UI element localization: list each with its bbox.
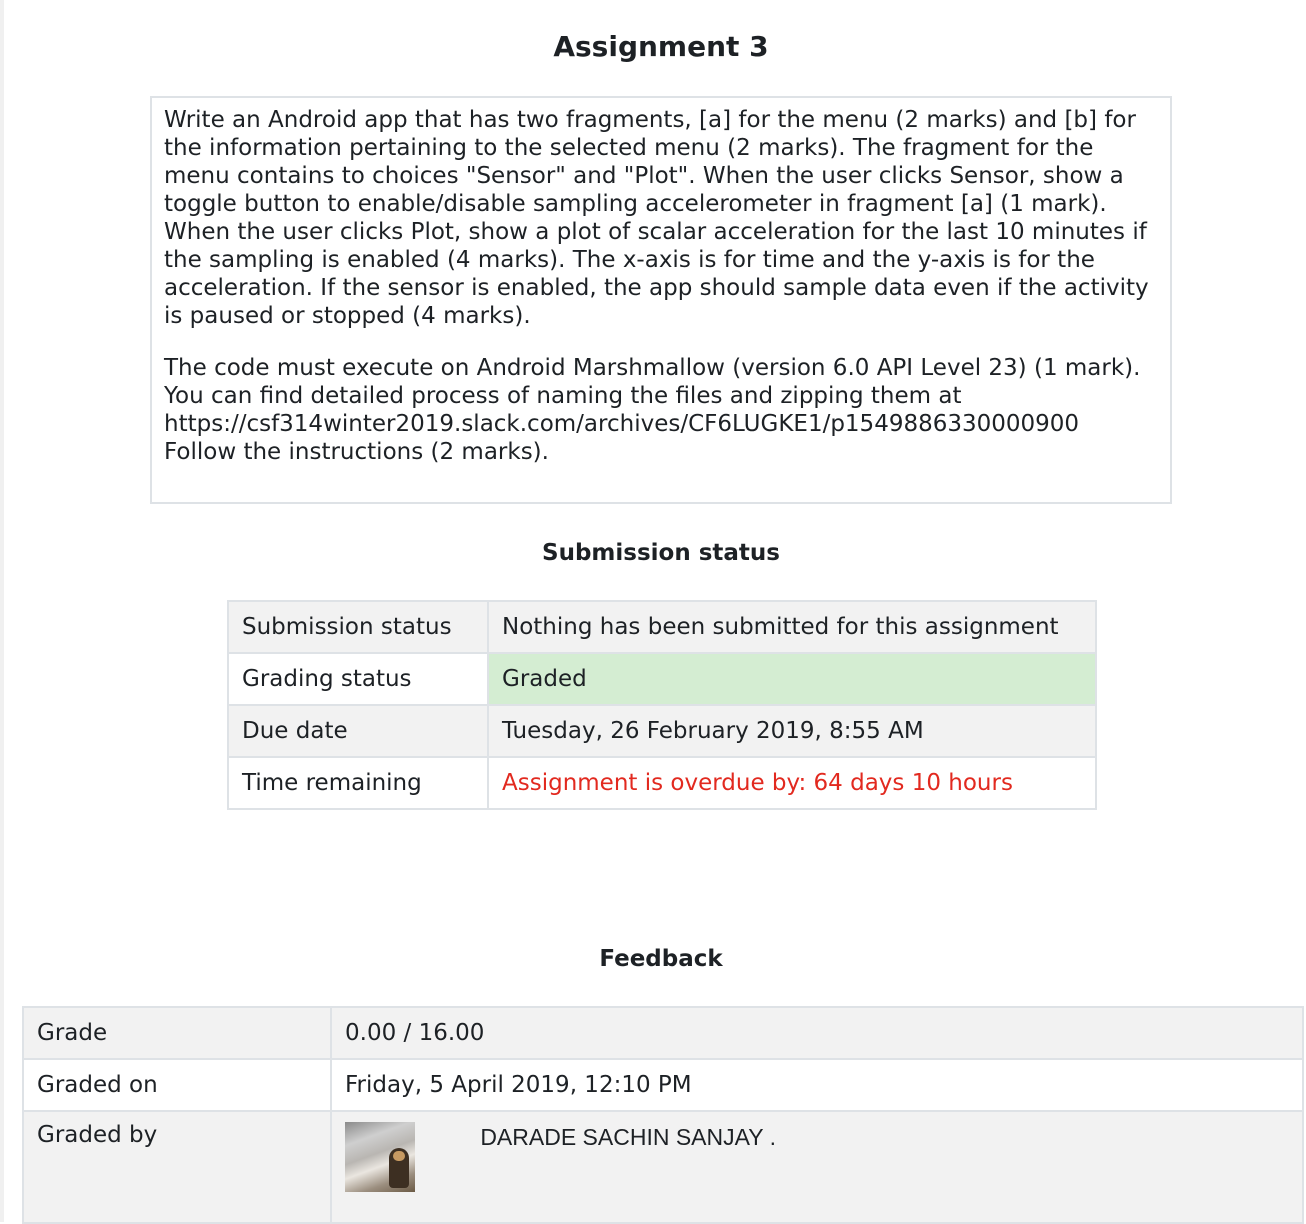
- submission-status-value: Nothing has been submitted for this assi…: [487, 600, 1097, 654]
- table-row: Due date Tuesday, 26 February 2019, 8:55…: [227, 704, 1097, 758]
- time-remaining-value: Assignment is overdue by: 64 days 10 hou…: [487, 756, 1097, 810]
- feedback-heading: Feedback: [599, 946, 723, 972]
- graded-by-value: DARADE SACHIN SANJAY .: [330, 1110, 1304, 1224]
- table-row: Grade 0.00 / 16.00: [22, 1006, 1304, 1060]
- page-left-border: [0, 0, 4, 1222]
- row-label: Time remaining: [227, 756, 489, 810]
- description-text: Follow the instructions (2 marks).: [164, 439, 549, 465]
- row-label: Graded by: [22, 1110, 332, 1224]
- due-date-value: Tuesday, 26 February 2019, 8:55 AM: [487, 704, 1097, 758]
- grading-status-value: Graded: [487, 652, 1097, 706]
- submission-status-heading: Submission status: [542, 540, 780, 566]
- user-avatar-icon: [389, 1148, 409, 1188]
- assignment-description: Write an Android app that has two fragme…: [150, 96, 1172, 504]
- grader-name[interactable]: DARADE SACHIN SANJAY .: [480, 1124, 776, 1151]
- row-label: Grading status: [227, 652, 489, 706]
- graded-on-value: Friday, 5 April 2019, 12:10 PM: [330, 1058, 1304, 1112]
- description-text: The code must execute on Android Marshma…: [164, 355, 1141, 409]
- table-row: Grading status Graded: [227, 652, 1097, 706]
- row-label: Graded on: [22, 1058, 332, 1112]
- submission-status-table: Submission status Nothing has been submi…: [227, 600, 1097, 810]
- description-paragraph: Write an Android app that has two fragme…: [164, 107, 1149, 329]
- page-title: Assignment 3: [553, 30, 769, 63]
- row-label: Submission status: [227, 600, 489, 654]
- description-paragraph-2: The code must execute on Android Marshma…: [164, 354, 1160, 466]
- table-row: Graded on Friday, 5 April 2019, 12:10 PM: [22, 1058, 1304, 1112]
- grader-avatar[interactable]: [345, 1122, 415, 1192]
- feedback-table: Grade 0.00 / 16.00 Graded on Friday, 5 A…: [22, 1006, 1304, 1224]
- table-row: Time remaining Assignment is overdue by:…: [227, 756, 1097, 810]
- grade-value: 0.00 / 16.00: [330, 1006, 1304, 1060]
- slack-link[interactable]: https://csf314winter2019.slack.com/archi…: [164, 411, 1079, 437]
- row-label: Grade: [22, 1006, 332, 1060]
- table-row: Submission status Nothing has been submi…: [227, 600, 1097, 654]
- row-label: Due date: [227, 704, 489, 758]
- table-row: Graded by DARADE SACHIN SANJAY .: [22, 1110, 1304, 1224]
